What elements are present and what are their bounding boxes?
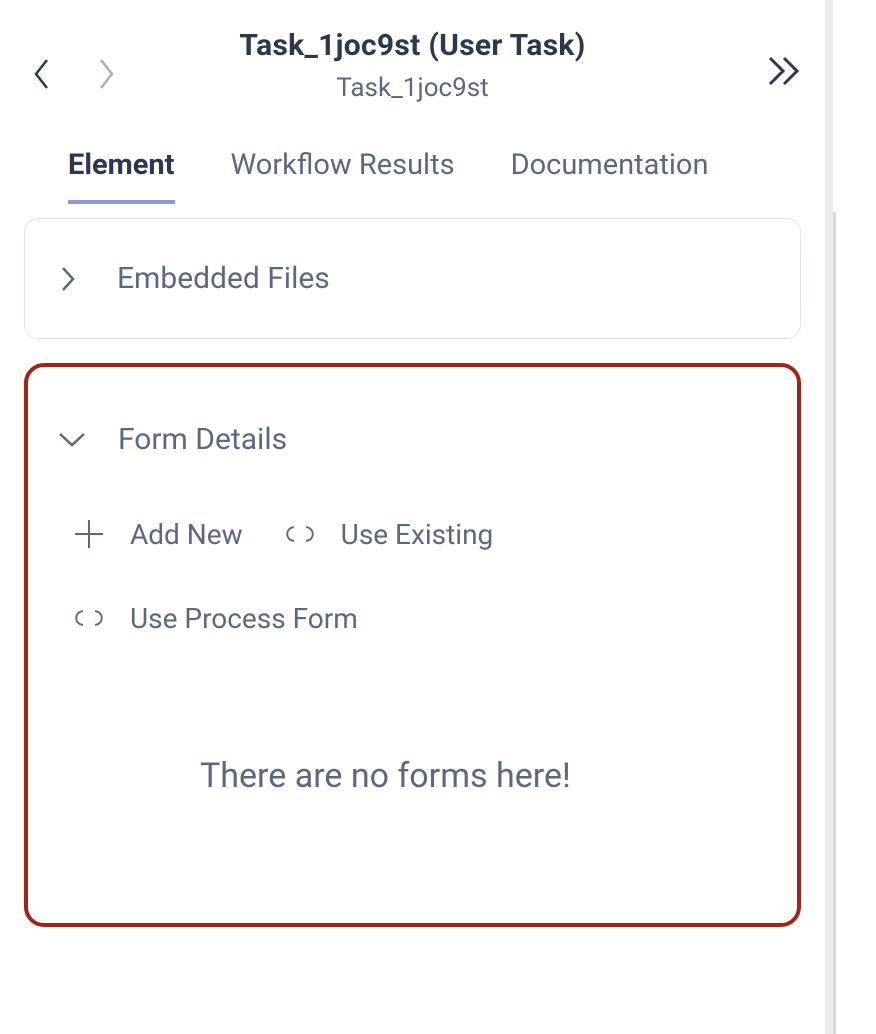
back-button[interactable] <box>30 58 54 90</box>
link-icon <box>72 601 106 635</box>
use-process-form-button[interactable]: Use Process Form <box>72 601 767 635</box>
forward-button <box>94 58 118 90</box>
tab-documentation[interactable]: Documentation <box>511 148 709 204</box>
use-process-form-label: Use Process Form <box>130 602 358 635</box>
link-icon <box>283 517 317 551</box>
tab-element[interactable]: Element <box>68 148 175 204</box>
double-chevron-right-icon <box>767 56 803 86</box>
plus-icon <box>72 517 106 551</box>
expand-panel-button[interactable] <box>767 56 803 86</box>
panel-header: Task_1joc9st (User Task) Task_1joc9st <box>0 0 825 120</box>
chevron-down-icon <box>58 431 86 449</box>
embedded-files-toggle[interactable]: Embedded Files <box>25 219 800 338</box>
form-details-card: Form Details Add New <box>24 363 801 927</box>
add-new-button[interactable]: Add New <box>72 517 243 551</box>
add-new-label: Add New <box>130 518 243 551</box>
tabs: Element Workflow Results Documentation <box>0 120 825 204</box>
panel-edge-shadow <box>833 212 836 1034</box>
panel-divider <box>825 0 833 1034</box>
embedded-files-card: Embedded Files <box>24 218 801 339</box>
chevron-right-icon <box>97 58 115 90</box>
form-details-label: Form Details <box>118 422 287 457</box>
chevron-right-icon <box>55 266 81 292</box>
use-existing-button[interactable]: Use Existing <box>283 517 494 551</box>
embedded-files-label: Embedded Files <box>117 261 330 296</box>
chevron-left-icon <box>33 58 51 90</box>
panel-title: Task_1joc9st (User Task) <box>0 28 825 63</box>
form-details-toggle[interactable]: Form Details <box>58 422 767 457</box>
empty-forms-message: There are no forms here! <box>200 750 630 803</box>
use-existing-label: Use Existing <box>341 518 494 551</box>
panel-subtitle: Task_1joc9st <box>0 73 825 103</box>
tab-workflow-results[interactable]: Workflow Results <box>231 148 455 204</box>
